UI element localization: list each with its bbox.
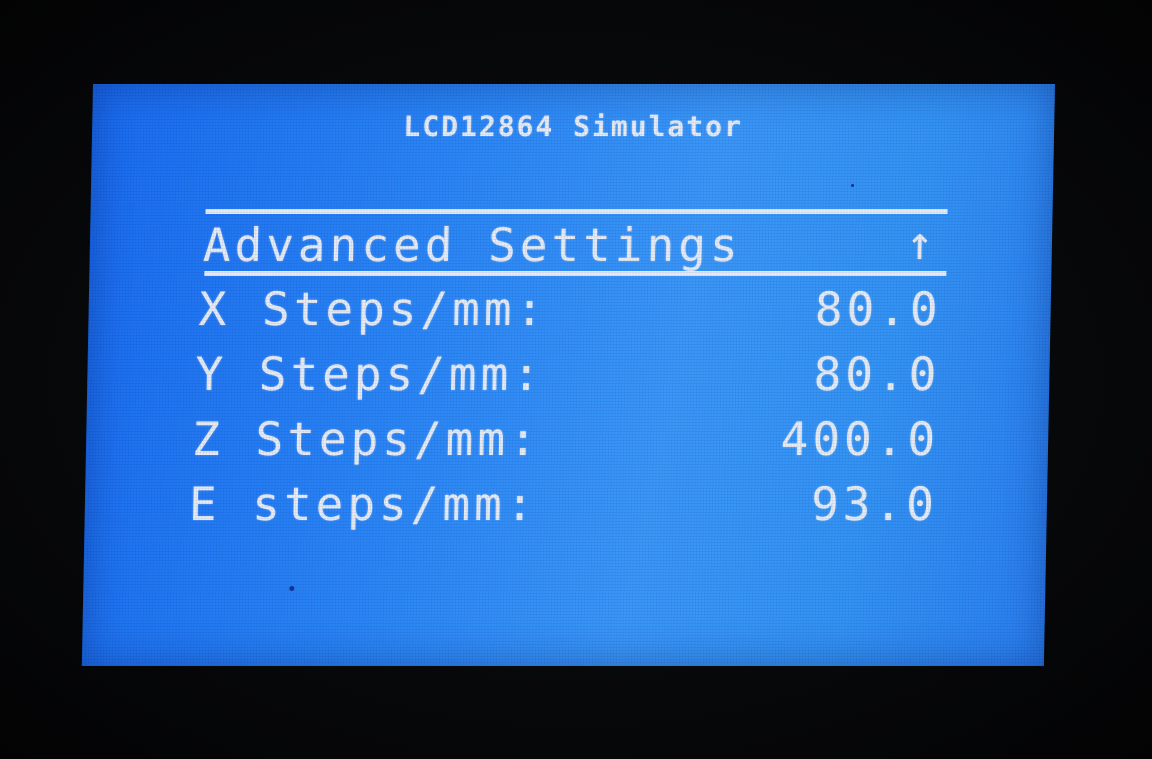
header-top-divider [205, 209, 948, 214]
menu-item-value: 400.0 [780, 412, 940, 466]
menu-item-value: 80.0 [814, 282, 943, 336]
menu-item-label: Z Steps/mm: [191, 412, 542, 466]
device-bezel: LCD12864 Simulator Advanced Settings ↑ X… [0, 0, 1152, 759]
menu-title: Advanced Settings [202, 218, 743, 272]
menu-item-value: 80.0 [813, 347, 941, 401]
menu-item-label: Y Steps/mm: [194, 347, 545, 401]
lcd-screen: LCD12864 Simulator Advanced Settings ↑ X… [81, 84, 1056, 666]
menu-item-value: 93.0 [810, 477, 939, 531]
up-arrow-icon[interactable]: ↑ [905, 216, 934, 270]
header-bottom-divider [204, 271, 947, 276]
menu-item-label: X Steps/mm: [198, 282, 548, 336]
menu-item-label: E steps/mm: [188, 477, 539, 531]
dust-speck [851, 184, 855, 187]
simulator-title: LCD12864 Simulator [403, 110, 744, 143]
dust-speck [289, 586, 295, 591]
